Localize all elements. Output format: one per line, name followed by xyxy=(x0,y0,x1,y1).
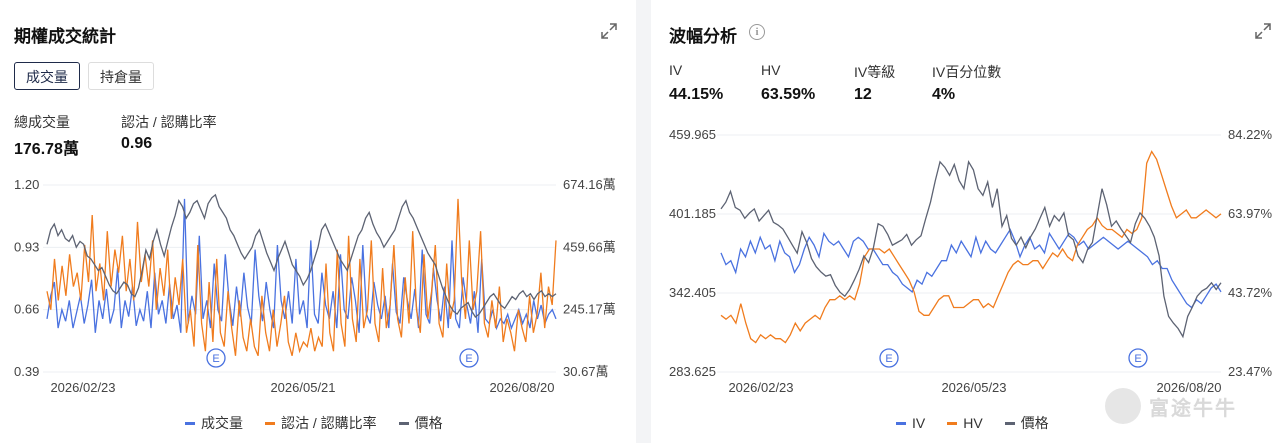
volatility-panel: 波幅分析 i IV 44.15% HV 63.59% IV等級 12 IV百分位… xyxy=(651,0,1285,443)
legend-item-iv: IV xyxy=(896,413,925,433)
earnings-marker-icon: E xyxy=(1128,348,1148,368)
y-left-tick-label: 0.93 xyxy=(14,239,39,254)
x-tick-label: 2026/05/23 xyxy=(941,380,1006,395)
expand-icon[interactable] xyxy=(1254,22,1272,40)
iv-percentile-value: 4% xyxy=(932,86,956,103)
option-volume-panel: 期權成交統計 成交量 持倉量 總成交量 176.78萬 認沽 / 認購比率 0.… xyxy=(0,0,636,443)
put-call-ratio-label: 認沽 / 認購比率 xyxy=(121,114,217,130)
iv-rank-value: 12 xyxy=(854,86,872,103)
y-right-tick-label: 674.16萬 xyxy=(563,177,616,192)
iv-value: 44.15% xyxy=(669,86,724,103)
series-line-認沽 / 認購比率 xyxy=(46,198,557,357)
svg-text:E: E xyxy=(885,353,892,365)
futu-logo-icon xyxy=(1105,388,1141,424)
volatility-chart: 459.965 401.185 342.405 283.625 84.22% 63.97%… xyxy=(669,127,1273,395)
earnings-marker-icon: E xyxy=(879,348,899,368)
total-volume-label: 總成交量 xyxy=(14,114,70,130)
y-left-tick-label: 283.625 xyxy=(669,364,716,379)
x-tick-label: 2026/02/23 xyxy=(728,380,793,395)
chart-legend: IV HV 價格 xyxy=(896,413,1049,433)
y-right-tick-label: 84.22% xyxy=(1228,127,1273,142)
svg-text:E: E xyxy=(465,353,472,365)
expand-icon[interactable] xyxy=(600,22,618,40)
series-line-IV xyxy=(720,228,1222,309)
tab-open-interest[interactable]: 持倉量 xyxy=(88,62,154,90)
svg-text:E: E xyxy=(1134,353,1141,365)
y-right-tick-label: 23.47% xyxy=(1228,364,1273,379)
iv-rank-label: IV等級 xyxy=(854,64,896,80)
x-tick-label: 2026/02/23 xyxy=(50,380,115,395)
put-call-ratio-value: 0.96 xyxy=(121,135,153,152)
earnings-marker-icon: E xyxy=(459,348,479,368)
svg-text:E: E xyxy=(212,353,219,365)
legend-item-price: 價格 xyxy=(1004,413,1049,433)
y-right-tick-label: 459.66萬 xyxy=(563,239,616,254)
y-left-tick-label: 1.20 xyxy=(14,177,39,192)
y-left-tick-label: 0.39 xyxy=(14,364,39,379)
tab-volume[interactable]: 成交量 xyxy=(14,62,80,90)
y-right-tick-label: 245.17萬 xyxy=(563,302,616,317)
total-volume-value: 176.78萬 xyxy=(14,141,79,158)
info-icon[interactable]: i xyxy=(749,24,765,40)
iv-label: IV xyxy=(669,62,683,78)
y-left-tick-label: 342.405 xyxy=(669,285,716,300)
earnings-marker-icon: E xyxy=(206,348,226,368)
y-left-tick-label: 0.66 xyxy=(14,302,39,317)
legend-item-price: 價格 xyxy=(398,413,443,433)
watermark: 富途牛牛 xyxy=(1105,388,1237,424)
y-right-tick-label: 43.72% xyxy=(1228,285,1273,300)
series-line-HV xyxy=(720,150,1222,344)
series-line-價格 xyxy=(720,159,1222,339)
chart-legend: 成交量 認沽 / 認購比率 價格 xyxy=(185,413,443,433)
hv-label: HV xyxy=(761,62,781,78)
hv-value: 63.59% xyxy=(761,86,816,103)
y-right-tick-label: 30.67萬 xyxy=(563,364,609,379)
panel-title: 波幅分析 xyxy=(669,27,737,46)
y-right-tick-label: 63.97% xyxy=(1228,206,1273,221)
legend-item-volume: 成交量 xyxy=(185,413,243,433)
x-tick-label: 2026/05/21 xyxy=(270,380,335,395)
volume-chart: 1.20 0.93 0.66 0.39 674.16萬 459.66萬 245.17萬 30.… xyxy=(14,177,616,395)
iv-percentile-label: IV百分位數 xyxy=(932,64,1002,80)
legend-item-pc-ratio: 認沽 / 認購比率 xyxy=(265,413,377,433)
x-tick-label: 2026/08/20 xyxy=(489,380,554,395)
y-left-tick-label: 401.185 xyxy=(669,206,716,221)
legend-item-hv: HV xyxy=(947,413,983,433)
panel-title: 期權成交統計 xyxy=(14,27,116,46)
y-left-tick-label: 459.965 xyxy=(669,127,716,142)
